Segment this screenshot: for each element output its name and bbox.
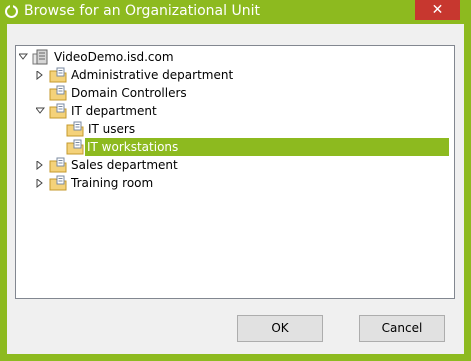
dialog-body: VideoDemo.isd.com Administrative departm…: [7, 24, 464, 354]
tree-node-it-workstations[interactable]: IT workstations: [53, 137, 450, 157]
ou-folder-icon: [66, 121, 84, 137]
tree-node-root[interactable]: VideoDemo.isd.com: [19, 48, 449, 66]
expander-expanded-icon[interactable]: [19, 48, 28, 66]
close-button[interactable]: ✕: [415, 0, 460, 20]
ou-folder-icon: [49, 103, 67, 119]
tree-node-administrative-department[interactable]: Administrative department: [36, 66, 449, 84]
tree-node-label: IT users: [88, 122, 136, 136]
ou-folder-icon: [49, 67, 67, 83]
tree-node-label: VideoDemo.isd.com: [54, 50, 174, 64]
ou-folder-icon: [66, 139, 84, 155]
ou-folder-icon: [49, 175, 67, 191]
expander-collapsed-icon[interactable]: [36, 156, 45, 174]
expander-expanded-icon[interactable]: [36, 102, 45, 120]
tree-node-label: Training room: [71, 176, 154, 190]
title-bar[interactable]: Browse for an Organizational Unit ✕: [0, 0, 471, 24]
tree-node-domain-controllers[interactable]: Domain Controllers: [36, 84, 449, 102]
ok-button[interactable]: OK: [237, 315, 323, 342]
window-title: Browse for an Organizational Unit: [24, 3, 260, 19]
tree-node-it-users[interactable]: IT users: [53, 120, 449, 138]
tree-node-sales-department[interactable]: Sales department: [36, 156, 449, 174]
expander-collapsed-icon[interactable]: [36, 174, 45, 192]
tree-node-training-room[interactable]: Training room: [36, 174, 449, 192]
app-icon: [5, 4, 18, 18]
expander-collapsed-icon[interactable]: [36, 66, 45, 84]
ou-tree[interactable]: VideoDemo.isd.com Administrative departm…: [15, 45, 455, 299]
ou-folder-icon: [49, 85, 67, 101]
tree-node-label-selected: IT workstations: [84, 137, 450, 157]
cancel-button[interactable]: Cancel: [359, 315, 445, 342]
tree-node-label: IT department: [71, 104, 157, 118]
ou-folder-icon: [49, 157, 67, 173]
tree-node-label: Sales department: [71, 158, 178, 172]
dialog-window: Browse for an Organizational Unit ✕ Vide…: [0, 0, 471, 361]
tree-node-label: Administrative department: [71, 68, 234, 82]
tree-node-it-department[interactable]: IT department: [36, 102, 449, 120]
domain-icon: [32, 49, 50, 65]
tree-node-label: Domain Controllers: [71, 86, 187, 100]
